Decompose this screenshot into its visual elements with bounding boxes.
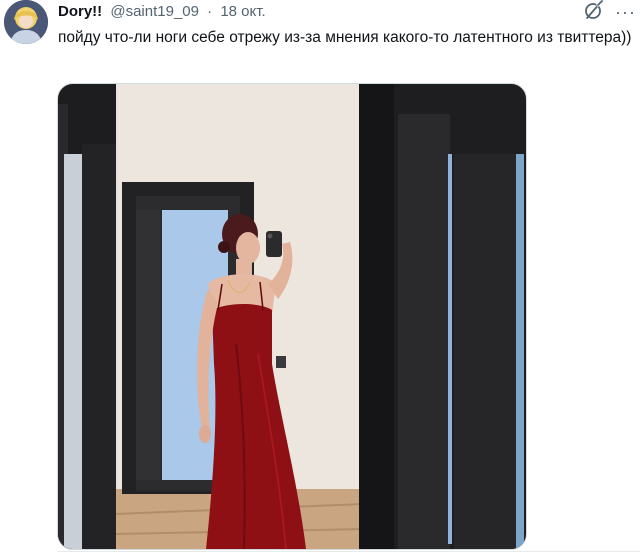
separator: ·: [207, 3, 213, 20]
avatar[interactable]: [4, 0, 48, 44]
more-icon[interactable]: ···: [615, 3, 636, 21]
tweet-text: пойду что-ли ноги себе отрежу из-за мнен…: [58, 29, 632, 46]
avatar-image: [4, 0, 48, 44]
photo-mirror-selfie: [58, 84, 526, 549]
author-name[interactable]: Dory!!: [58, 3, 102, 20]
divider: [58, 551, 640, 552]
author-handle[interactable]: @saint19_09: [110, 3, 199, 20]
tweet-header: Dory!! @saint19_09 · 18 окт.: [58, 2, 266, 22]
tweet-date[interactable]: 18 окт.: [220, 3, 265, 20]
tweet-photo[interactable]: [57, 83, 527, 550]
tweet: Dory!! @saint19_09 · 18 окт. ··· пойду ч…: [0, 0, 640, 555]
tweet-actions-top: ···: [583, 0, 636, 24]
grok-icon[interactable]: [583, 0, 605, 26]
